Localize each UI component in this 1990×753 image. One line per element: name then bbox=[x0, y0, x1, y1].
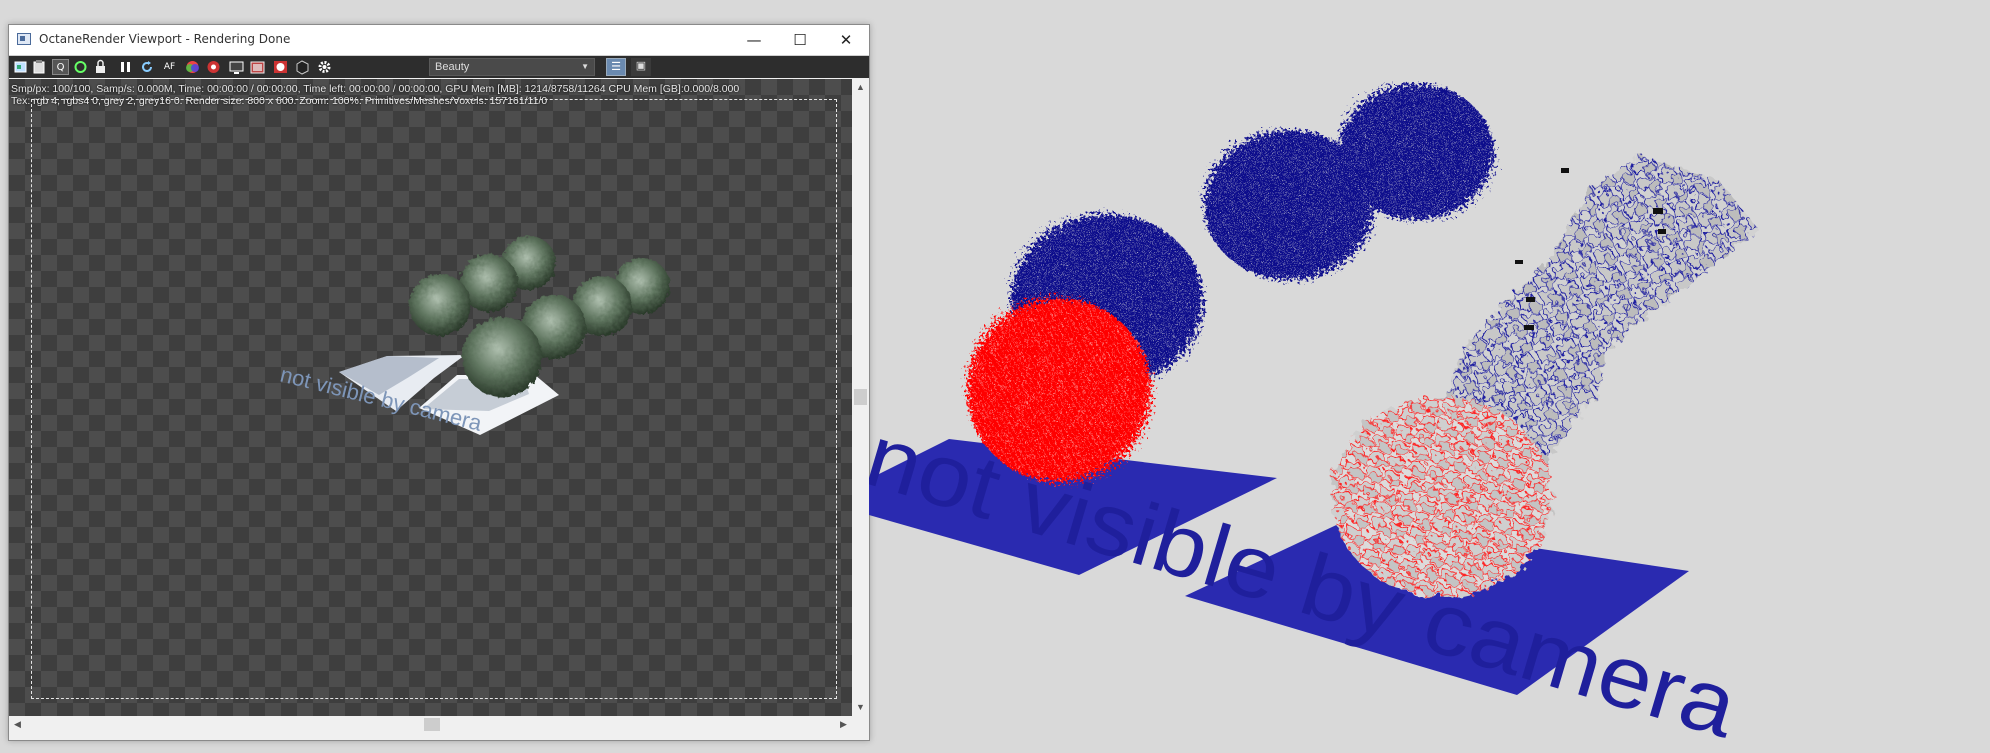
horizontal-scroll-thumb[interactable] bbox=[424, 718, 440, 731]
af-icon[interactable]: AF bbox=[161, 59, 178, 75]
lock-icon[interactable] bbox=[92, 59, 109, 75]
monitor-icon[interactable] bbox=[228, 59, 245, 75]
close-button[interactable]: ✕ bbox=[823, 25, 869, 55]
title-bar[interactable]: OctaneRender Viewport - Rendering Done —… bbox=[9, 25, 869, 56]
scroll-right-icon[interactable]: ▶ bbox=[835, 716, 852, 733]
render-region-frame bbox=[31, 99, 837, 699]
box-icon[interactable] bbox=[294, 59, 311, 75]
restart-icon[interactable] bbox=[139, 59, 156, 75]
scroll-left-icon[interactable]: ◀ bbox=[9, 716, 26, 733]
list-view-icon[interactable]: ☰ bbox=[606, 58, 626, 76]
render-pass-select[interactable]: Beauty ▼ bbox=[429, 58, 595, 76]
perspective-viewport[interactable]: not visible by camera bbox=[869, 0, 1990, 753]
scroll-down-icon[interactable]: ▼ bbox=[852, 699, 869, 716]
sphere-icon[interactable] bbox=[272, 59, 289, 75]
film-icon[interactable] bbox=[249, 59, 266, 75]
window-title: OctaneRender Viewport - Rendering Done bbox=[39, 32, 291, 46]
image-view-icon[interactable]: ▣ bbox=[631, 58, 651, 76]
app-icon bbox=[17, 33, 31, 45]
minimize-button[interactable]: — bbox=[731, 25, 777, 55]
color-wheel-icon[interactable] bbox=[184, 59, 201, 75]
pause-icon[interactable] bbox=[117, 59, 134, 75]
toolbar: Q AF Beauty ▼ ☰ ▣ bbox=[9, 56, 869, 78]
refresh-icon[interactable] bbox=[72, 59, 89, 75]
flower-icon[interactable] bbox=[205, 59, 222, 75]
horizontal-scrollbar[interactable]: ◀ ▶ bbox=[9, 716, 852, 733]
maximize-button[interactable]: ☐ bbox=[777, 25, 823, 55]
vertical-scrollbar[interactable]: ▲ ▼ bbox=[852, 79, 869, 716]
octane-render-window: OctaneRender Viewport - Rendering Done —… bbox=[8, 24, 870, 741]
vertical-scroll-thumb[interactable] bbox=[854, 389, 867, 405]
render-stats-line-1: Smp/px: 100/100, Samp/s: 0.000M, Time: 0… bbox=[11, 83, 740, 95]
render-pass-value: Beauty bbox=[435, 61, 470, 73]
camera-icon[interactable] bbox=[12, 59, 29, 75]
clipboard-icon[interactable] bbox=[31, 59, 48, 75]
q-icon[interactable]: Q bbox=[52, 59, 69, 75]
settings-icon[interactable] bbox=[316, 59, 333, 75]
render-viewport[interactable]: not visible by camera Smp/px: 100/100, S… bbox=[9, 79, 852, 716]
chevron-down-icon: ▼ bbox=[581, 62, 589, 71]
scroll-up-icon[interactable]: ▲ bbox=[852, 79, 869, 96]
